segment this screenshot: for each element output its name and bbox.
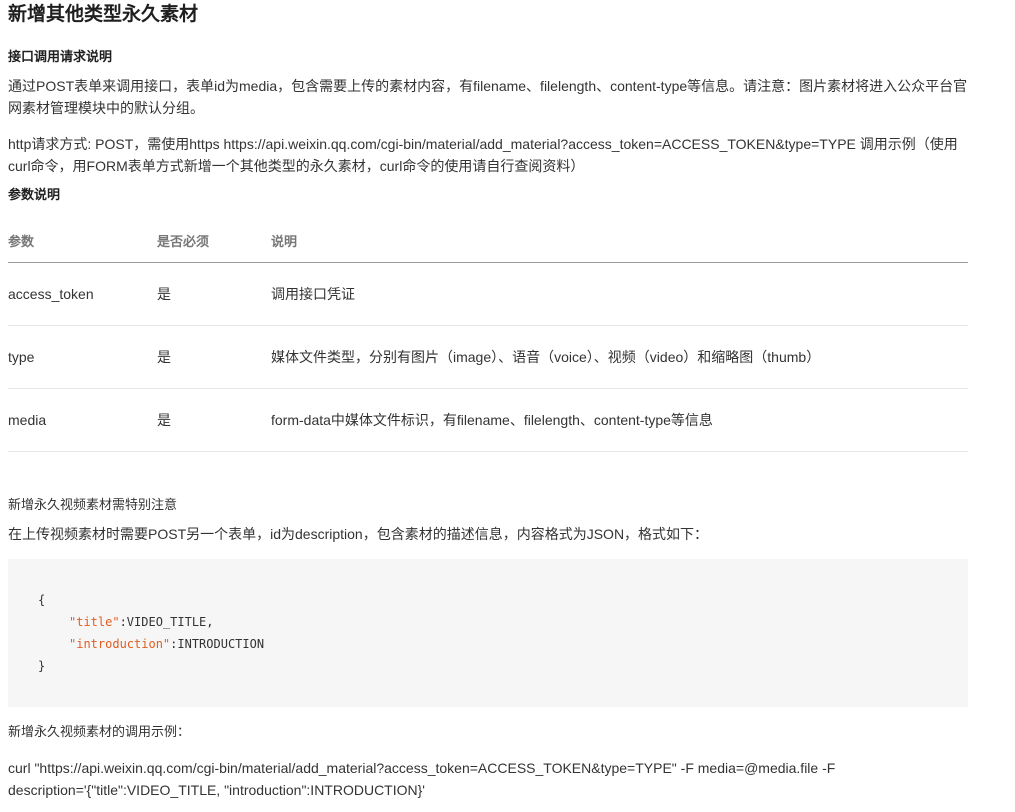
table-cell-description: form-data中媒体文件标识，有filename、filelength、co… <box>271 412 713 428</box>
table-cell-required: 是 <box>157 349 171 365</box>
table-header-param: 参数 <box>8 234 35 249</box>
table-cell-description: 媒体文件类型，分别有图片（image）、语音（voice）、视频（video）和… <box>271 349 821 365</box>
params-table: 参数 是否必须 说明 access_token 是 调用接口凭证 type 是 … <box>8 222 968 452</box>
code-open-brace: { <box>38 593 46 607</box>
code-close-brace: } <box>38 659 46 673</box>
code-line-title: "title":VIDEO_TITLE, <box>69 611 214 633</box>
json-code-block: { "title":VIDEO_TITLE, "introduction":IN… <box>8 559 968 707</box>
video-note-heading: 新增永久视频素材需特别注意 <box>8 497 178 512</box>
page-title: 新增其他类型永久素材 <box>8 4 199 25</box>
table-cell-required: 是 <box>157 286 171 302</box>
code-line-introduction: "introduction":INTRODUCTION <box>69 633 264 655</box>
table-header-required: 是否必须 <box>157 234 210 249</box>
description-paragraph: 通过POST表单来调用接口，表单id为media，包含需要上传的素材内容，有fi… <box>8 78 968 116</box>
table-cell-param: media <box>8 412 47 428</box>
table-row: media 是 form-data中媒体文件标识，有filename、filel… <box>8 389 968 452</box>
table-row: type 是 媒体文件类型，分别有图片（image）、语音（voice）、视频（… <box>8 326 968 389</box>
table-header-row: 参数 是否必须 说明 <box>8 222 968 263</box>
table-cell-param: type <box>8 349 35 365</box>
table-cell-param: access_token <box>8 286 94 302</box>
code-value-introduction: :INTRODUCTION <box>170 637 265 651</box>
params-heading: 参数说明 <box>8 187 61 202</box>
http-paragraph: http请求方式: POST，需使用https https://api.weix… <box>8 136 958 174</box>
video-note-paragraph: 在上传视频素材时需要POST另一个表单，id为description，包含素材的… <box>8 526 709 542</box>
code-key-title: "title" <box>69 615 120 629</box>
example-heading: 新增永久视频素材的调用示例： <box>8 724 191 739</box>
table-cell-description: 调用接口凭证 <box>271 286 355 302</box>
table-row: access_token 是 调用接口凭证 <box>8 263 968 326</box>
code-key-introduction: "introduction" <box>69 637 171 651</box>
table-cell-required: 是 <box>157 412 171 428</box>
table-header-description: 说明 <box>271 234 298 249</box>
curl-example: curl "https://api.weixin.qq.com/cgi-bin/… <box>8 760 836 798</box>
interface-heading: 接口调用请求说明 <box>8 49 113 64</box>
code-value-title: :VIDEO_TITLE, <box>119 615 214 629</box>
